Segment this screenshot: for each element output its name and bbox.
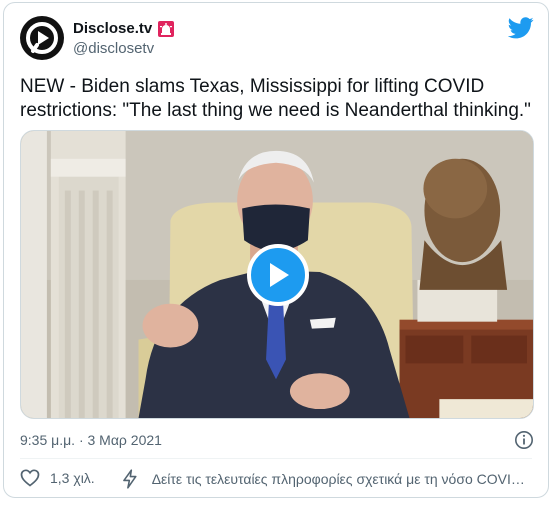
play-button[interactable] [247,244,309,306]
video-thumbnail[interactable] [20,130,534,419]
tweet-card[interactable]: Disclose.tv @disclosetv NEW - Biden slam… [3,2,549,498]
like-count: 1,3 χιλ. [50,470,95,486]
author-handle[interactable]: @disclosetv [73,40,154,57]
info-icon[interactable] [514,430,534,450]
heart-icon [20,469,40,487]
covid-info-text: Δείτε τις τελευταίες πληροφορίες σχετικά… [151,471,534,487]
twitter-bird-icon[interactable] [508,17,534,39]
disclose-logo-icon [26,22,58,54]
tweet-timestamp[interactable]: 9:35 μ.μ. · 3 Μαρ 2021 [20,432,162,448]
play-icon [270,263,289,287]
covid-info-link[interactable]: Δείτε τις τελευταίες πληροφορίες σχετικά… [122,469,534,489]
like-button[interactable]: 1,3 χιλ. [20,469,95,487]
tweet-text: NEW - Biden slams Texas, Mississippi for… [20,76,531,121]
siren-icon [158,20,175,37]
action-divider [20,458,532,459]
author-name[interactable]: Disclose.tv [73,20,152,37]
author-avatar[interactable] [20,16,64,60]
lightning-icon [123,469,137,489]
author-name-row[interactable]: Disclose.tv [73,20,175,37]
